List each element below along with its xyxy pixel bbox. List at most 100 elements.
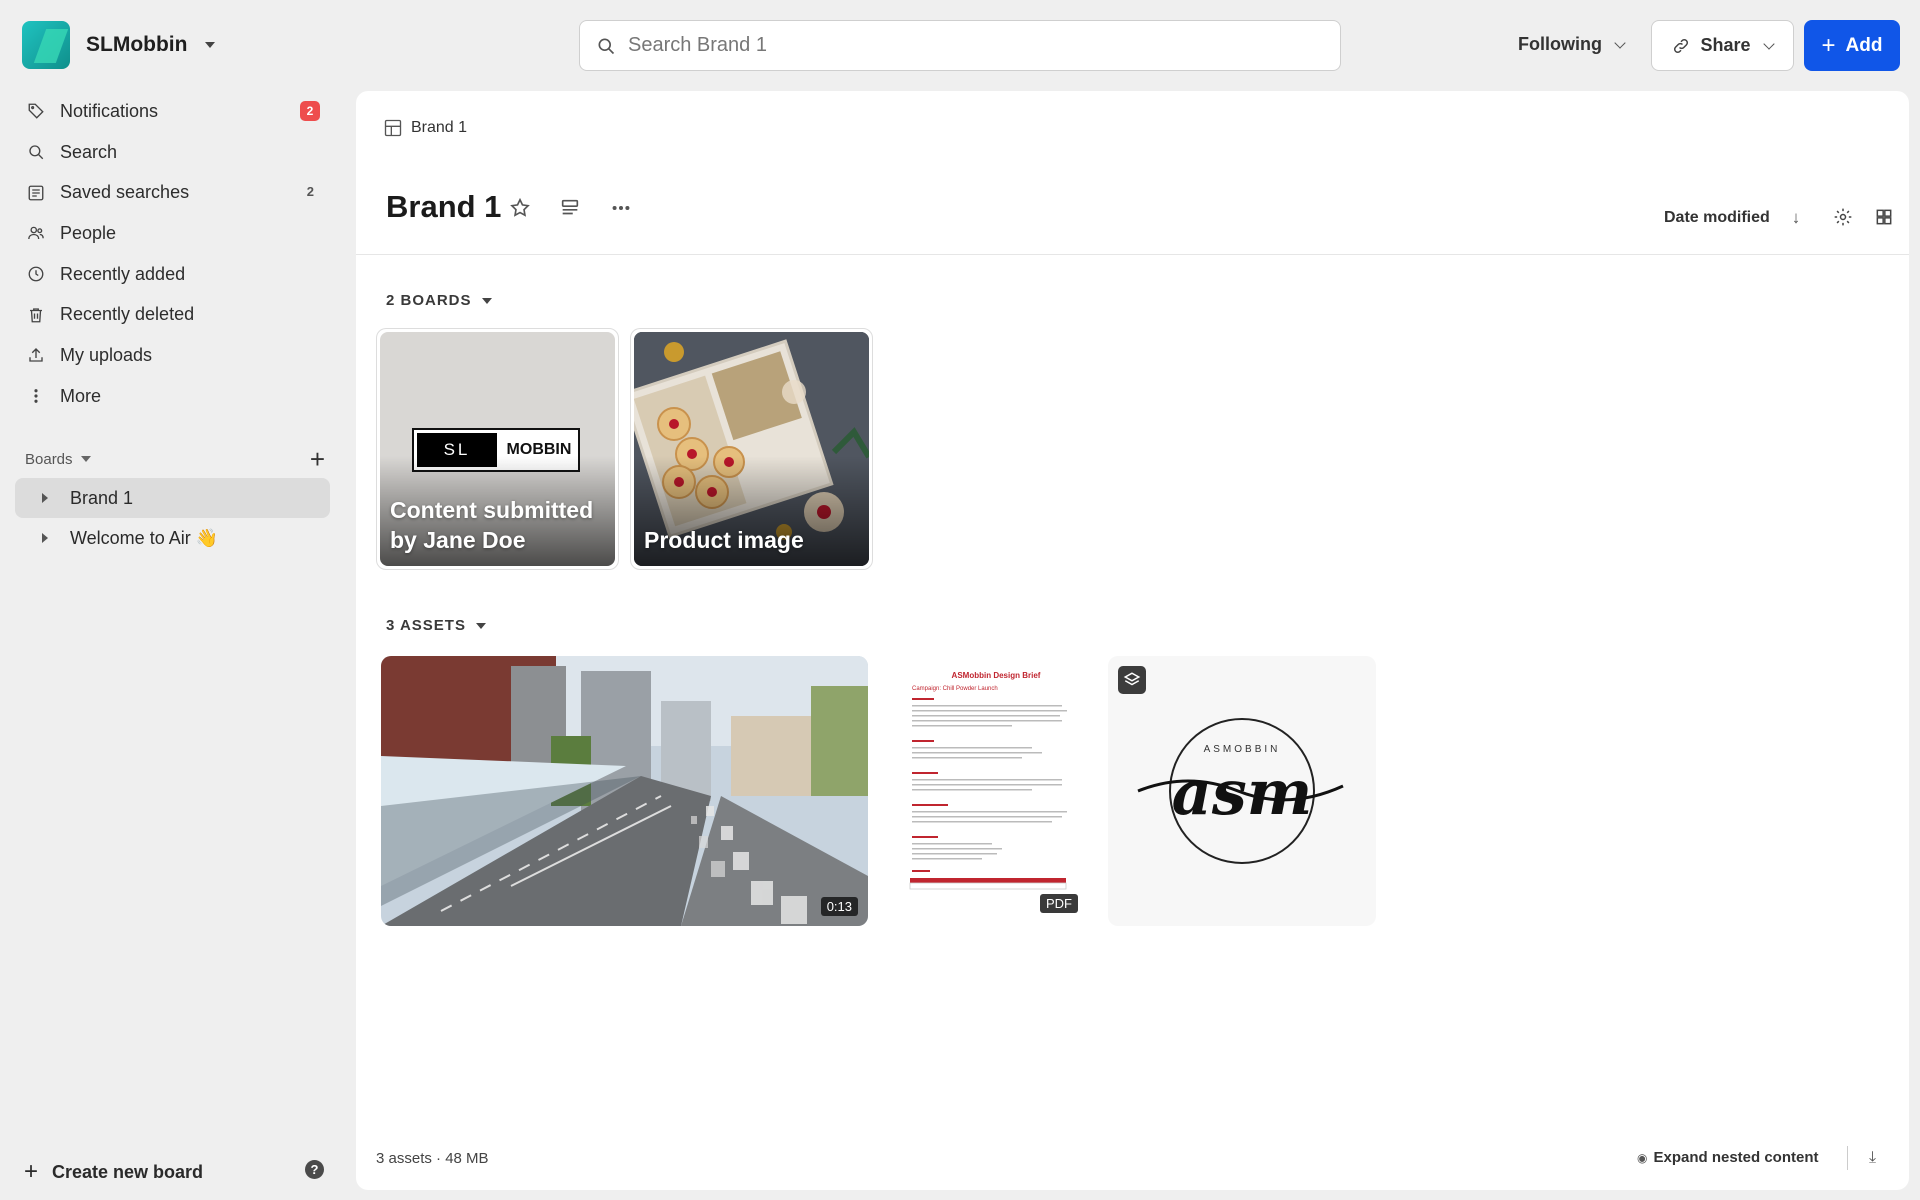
- sidebar-board-welcome-to-air[interactable]: Welcome to Air 👋: [15, 518, 330, 558]
- sidebar-item-label: More: [60, 385, 102, 406]
- board-label: Welcome to Air 👋: [70, 527, 219, 548]
- chevron-down-icon: [1762, 37, 1775, 50]
- sidebar-item-saved-searches[interactable]: Saved searches 2: [14, 172, 330, 213]
- board-card-product-image[interactable]: Product image: [630, 328, 873, 570]
- clock-icon: [26, 264, 46, 284]
- page-title: Brand 1: [386, 189, 502, 224]
- sidebar-item-label: Saved searches: [60, 182, 190, 203]
- expand-triangle-icon[interactable]: [42, 493, 48, 503]
- asset-asm-logo[interactable]: ASMOBBIN asm: [1108, 656, 1376, 926]
- main-panel: Brand 1 Brand 1 Date modified ↓ 2 BOARDS…: [356, 91, 1909, 1190]
- plus-icon: +: [1821, 31, 1836, 59]
- sidebar-nav: Notifications 2 Search Saved searches 2 …: [14, 91, 330, 417]
- video-duration-badge: 0:13: [820, 897, 858, 916]
- board-thumbnail: SL MOBBIN Content submitted by Jane Doe: [380, 332, 615, 566]
- sort-direction-icon[interactable]: ↓: [1792, 208, 1801, 228]
- traffic-video-thumbnail: [381, 656, 868, 926]
- sidebar-item-label: Recently added: [60, 263, 186, 284]
- share-label: Share: [1700, 35, 1751, 55]
- sidebar-item-recently-added[interactable]: Recently added: [14, 254, 330, 295]
- asset-summary: 3 assets · 48 MB: [376, 1150, 489, 1167]
- sort-label: Date modified: [1664, 209, 1770, 226]
- breadcrumb-label: Brand 1: [411, 119, 468, 136]
- asset-video-traffic[interactable]: 0:13: [381, 656, 868, 926]
- workspace-name: SLMobbin: [86, 33, 188, 56]
- asset-pdf-design-brief[interactable]: ASMobbin Design Brief Campaign: Chill Po…: [906, 656, 1086, 926]
- create-board-label: Create new board: [52, 1161, 204, 1182]
- add-label: Add: [1845, 34, 1883, 56]
- caret-down-icon: [481, 297, 492, 304]
- sidebar-item-label: My uploads: [60, 344, 153, 365]
- add-board-icon[interactable]: +: [310, 446, 325, 472]
- help-icon[interactable]: ?: [305, 1160, 324, 1179]
- notification-count-badge: 2: [300, 101, 320, 121]
- sidebar-item-my-uploads[interactable]: My uploads: [14, 335, 330, 376]
- sidebar-item-label: People: [60, 222, 117, 243]
- upload-icon: [26, 345, 46, 365]
- tag-icon: [26, 101, 46, 121]
- sidebar-item-label: Search: [60, 141, 118, 162]
- workspace-switcher[interactable]: SLMobbin: [22, 21, 216, 69]
- trash-icon: [26, 305, 46, 325]
- people-icon: [26, 223, 46, 243]
- saved-searches-count: 2: [306, 184, 314, 200]
- pdf-page-preview: ASMobbin Design Brief Campaign: Chill Po…: [906, 671, 1086, 897]
- search-icon: [26, 142, 46, 162]
- expand-nested-toggle[interactable]: ◉ Expand nested content: [1637, 1149, 1819, 1166]
- sidebar-item-label: Notifications: [60, 100, 159, 121]
- boards-count-label: 2 BOARDS: [386, 292, 472, 309]
- board-layout-icon: [384, 119, 402, 137]
- saved-search-icon: [26, 183, 46, 203]
- sidebar-board-brand-1[interactable]: Brand 1: [15, 478, 330, 518]
- star-icon[interactable]: [509, 197, 531, 219]
- sort-dropdown[interactable]: Date modified ↓: [1664, 208, 1800, 228]
- sidebar-item-label: Recently deleted: [60, 304, 195, 325]
- sidebar: SLMobbin Notifications 2 Search Saved se…: [0, 0, 350, 1200]
- boards-header-label[interactable]: Boards: [25, 451, 73, 468]
- board-label: Brand 1: [70, 487, 134, 508]
- plus-icon: +: [24, 1158, 39, 1185]
- sidebar-item-notifications[interactable]: Notifications 2: [14, 91, 330, 132]
- asm-logo-text: asm: [1171, 756, 1313, 829]
- create-new-board-button[interactable]: + Create new board: [24, 1158, 203, 1186]
- assets-section-toggle[interactable]: 3 ASSETS: [386, 617, 486, 634]
- caret-down-icon[interactable]: [80, 456, 91, 462]
- download-icon[interactable]: ⤓: [1869, 1149, 1876, 1167]
- share-button[interactable]: Share: [1651, 20, 1794, 71]
- sidebar-item-recently-deleted[interactable]: Recently deleted: [14, 294, 330, 335]
- breadcrumb[interactable]: Brand 1: [383, 118, 467, 138]
- board-card-content-submitted[interactable]: SL MOBBIN Content submitted by Jane Doe: [376, 328, 619, 570]
- header-divider: [356, 254, 1909, 255]
- add-button[interactable]: + Add: [1804, 20, 1900, 71]
- pdf-type-badge: PDF: [1040, 894, 1078, 913]
- grid-view-icon[interactable]: [1874, 207, 1896, 229]
- search-bar[interactable]: [579, 20, 1341, 71]
- sidebar-item-people[interactable]: People: [14, 213, 330, 254]
- board-card-label: Content submitted by Jane Doe: [390, 497, 594, 554]
- boards-section-toggle[interactable]: 2 BOARDS: [386, 292, 492, 309]
- search-icon: [598, 38, 615, 54]
- chevron-down-icon: [1614, 36, 1626, 49]
- boards-section-header: Boards +: [25, 446, 325, 472]
- link-icon: [1674, 38, 1689, 53]
- asm-ring-text: ASMOBBIN: [1203, 744, 1281, 755]
- layers-icon[interactable]: [1118, 666, 1146, 694]
- more-horizontal-icon[interactable]: [610, 197, 632, 219]
- assets-count-label: 3 ASSETS: [386, 617, 466, 634]
- settings-icon[interactable]: [1833, 207, 1855, 229]
- search-input[interactable]: [628, 34, 1308, 57]
- board-thumbnail: Product image: [634, 332, 869, 566]
- footer-divider: [1847, 1146, 1848, 1170]
- sidebar-item-search[interactable]: Search: [14, 132, 330, 173]
- sidebar-item-more[interactable]: More: [14, 376, 330, 417]
- caret-down-icon: [205, 42, 216, 48]
- board-card-label: Product image: [644, 527, 804, 554]
- following-label: Following: [1518, 34, 1602, 54]
- eye-icon: ◉: [1637, 1150, 1648, 1165]
- board-details-icon[interactable]: [559, 197, 581, 219]
- expand-triangle-icon[interactable]: [42, 533, 48, 543]
- following-dropdown[interactable]: Following: [1518, 34, 1626, 55]
- workspace-logo: [22, 21, 70, 69]
- more-vertical-icon: [26, 386, 46, 406]
- pdf-title: ASMobbin Design Brief: [951, 671, 1041, 680]
